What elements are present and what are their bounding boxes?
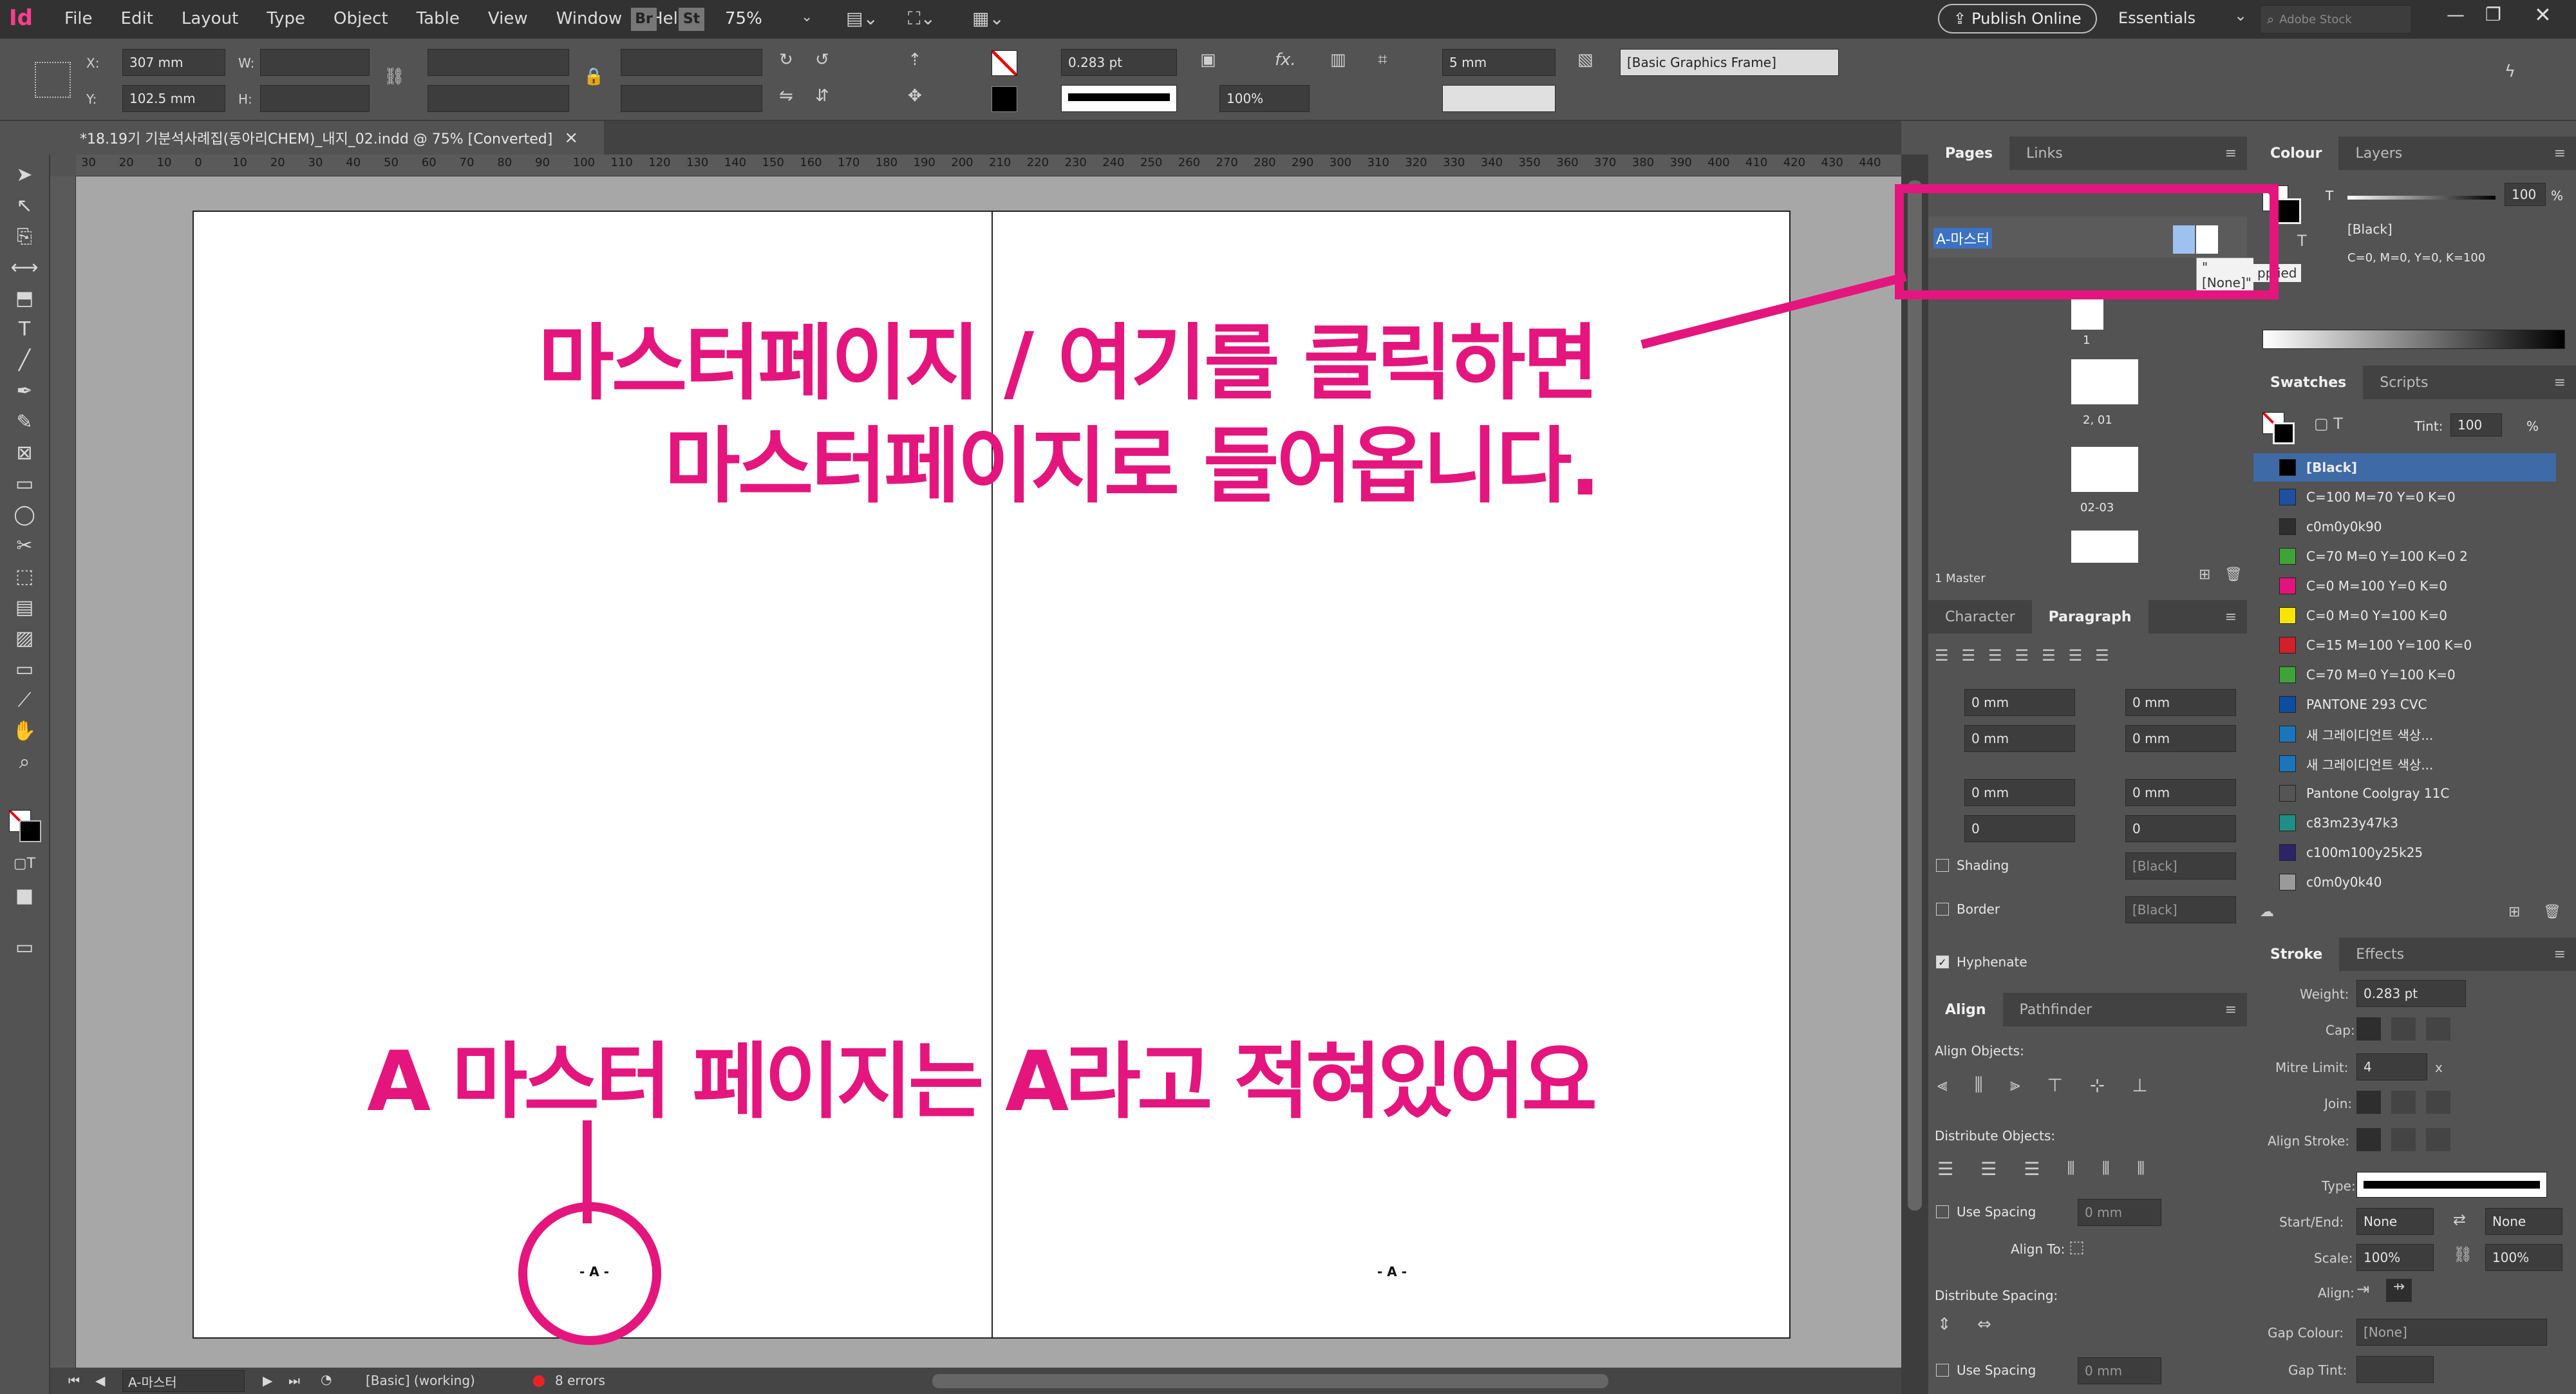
annotation-overlay [518, 184, 2279, 1345]
callout-line [1641, 272, 1907, 349]
highlight-box [1895, 184, 2279, 299]
annotation-line-2: 마스터페이지로 들어옵니다. [664, 419, 1601, 514]
annotation-line-3: A 마스터 페이지는 A라고 적혀있어요 [367, 1034, 1597, 1130]
annotation-line-1: 마스터페이지 / 여기를 클릭하면 [538, 316, 1599, 411]
folio-highlight-circle [518, 1202, 661, 1345]
